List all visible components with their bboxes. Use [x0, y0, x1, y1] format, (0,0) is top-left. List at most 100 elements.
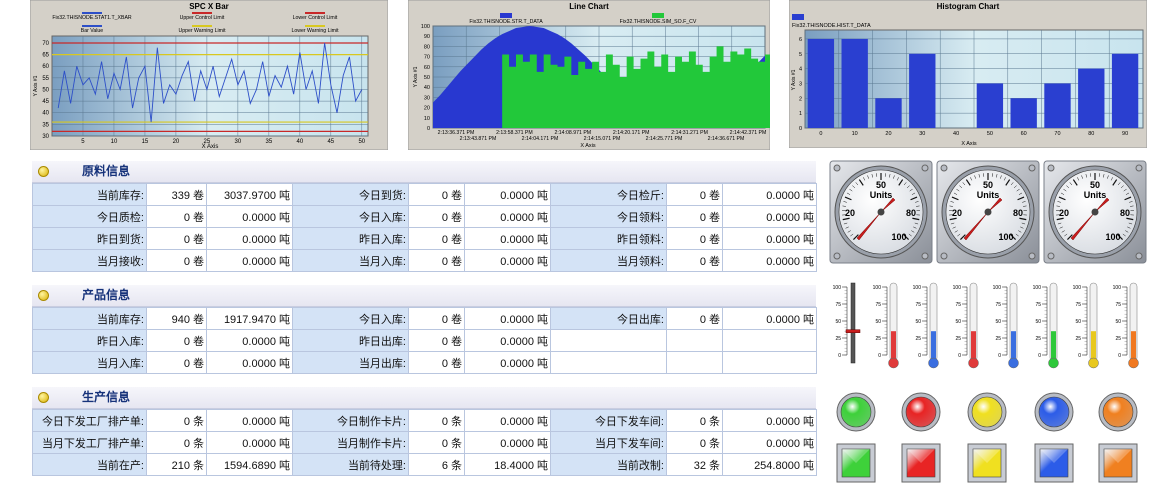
field-value: 0 条	[408, 431, 465, 454]
square-indicator-light	[1034, 443, 1074, 483]
table-row: 当前库存: 339 卷 3037.9700 吨今日到货: 0 卷 0.0000 吨今日检…	[32, 183, 817, 206]
table-row: 当前库存: 940 卷 1917.9470 吨今日入库: 0 卷 0.0000 吨今日出…	[32, 307, 817, 330]
scale-label: 25	[1075, 336, 1081, 342]
field-label	[550, 329, 667, 352]
product-section: 产品信息 当前库存: 940 卷 1917.9470 吨今日入库: 0 卷 0.0000…	[32, 285, 817, 374]
thermometer-panel: 100 75 50 25 0 100 75 50 25 0 100 75 50 25 0 100 75 50 25 0…	[829, 281, 1147, 371]
field-value: 0.0000 吨	[464, 183, 551, 206]
gauge: 50Units 20 80 100	[1043, 160, 1147, 264]
scale-label: 25	[915, 336, 921, 342]
bar	[1010, 98, 1037, 128]
y-tick-label: 65	[42, 53, 49, 59]
line-chart: Line Chart Fix32.THISNODE.STR.T_DATA Fix32…	[408, 0, 770, 150]
gauge-units-label: Units	[1084, 190, 1107, 200]
field-value: 3037.9700 吨	[206, 183, 293, 206]
field-value: 0.0000 吨	[464, 307, 551, 330]
table-row: 当前在产: 210 条 1594.6890 吨当前待处理: 6 条 18.4000 吨当…	[32, 453, 817, 476]
thermometer: 100 75 50 25 0	[1073, 282, 1099, 369]
raw-material-header[interactable]: 原料信息	[32, 161, 816, 183]
screw-icon	[940, 164, 948, 172]
round-indicator-light	[836, 392, 876, 432]
y-tick-label: 20	[424, 106, 430, 112]
legend-swatch	[192, 25, 212, 27]
section-title: 原料信息	[82, 164, 131, 178]
field-value: 32 条	[666, 453, 723, 476]
x-tick-label: 45	[327, 139, 334, 145]
field-value: 0 卷	[146, 329, 207, 352]
legend-label: Lower Warning Limit	[291, 28, 339, 34]
screw-icon	[1047, 252, 1055, 260]
scale-label: 75	[875, 302, 881, 308]
product-header[interactable]: 产品信息	[32, 285, 816, 307]
field-value: 18.4000 吨	[464, 453, 551, 476]
scale-label: 0	[958, 353, 961, 359]
scale-label: 100	[953, 285, 962, 291]
field-label: 当前库存:	[32, 307, 147, 330]
bar	[1111, 53, 1139, 128]
x-tick-label: 90	[1122, 131, 1128, 137]
field-value: 0 卷	[666, 183, 723, 206]
gauge-tick-label: 20	[1059, 208, 1069, 218]
section-title: 产品信息	[82, 288, 131, 302]
x-tick-label: 30	[919, 131, 925, 137]
field-value: 6 条	[408, 453, 465, 476]
field-value: 0.0000 吨	[464, 249, 551, 272]
field-value: 0.0000 吨	[206, 431, 293, 454]
gauge-units-label: Units	[977, 190, 1000, 200]
field-label: 今日入库:	[292, 307, 409, 330]
field-value: 0 条	[666, 431, 723, 454]
production-header[interactable]: 生产信息	[32, 387, 816, 409]
legend-swatch	[792, 14, 804, 20]
chart-title: Histogram Chart	[937, 2, 1000, 11]
section-title: 生产信息	[82, 390, 131, 404]
field-value: 210 条	[146, 453, 207, 476]
gauge-tick-label: 20	[952, 208, 962, 218]
field-label: 当月接收:	[32, 249, 147, 272]
production-section: 生产信息 今日下发工厂排产单: 0 条 0.0000 吨今日制作卡片: 0 条 0.00…	[32, 387, 817, 476]
level-slider[interactable]: 100 75 50 25 0	[829, 281, 865, 371]
field-value: 0 卷	[408, 205, 465, 228]
gauge-tick-label: 20	[845, 208, 855, 218]
table-row: 当月入库: 0 卷 0.0000 吨当月出库: 0 卷 0.0000 吨	[32, 351, 817, 374]
legend-label: Fix32.THISNODE.STAT1.T_XBAR	[52, 15, 132, 21]
scale-label: 25	[875, 336, 881, 342]
thermometer: 100 75 50 25 0	[913, 282, 939, 369]
thermometer: 100 75 50 25 0	[993, 282, 1019, 369]
scale-label: 50	[995, 319, 1001, 325]
bar	[841, 38, 868, 129]
round-indicator-light	[1034, 392, 1074, 432]
gauge-tick-label: 80	[906, 208, 916, 218]
product-table: 当前库存: 940 卷 1917.9470 吨今日入库: 0 卷 0.0000 吨今日出…	[32, 307, 817, 374]
square-indicator-light	[1098, 443, 1138, 483]
scale-label: 100	[993, 285, 1002, 291]
thermo-bulb	[1128, 357, 1139, 369]
histogram-chart: Histogram Chart Fix32.THISNODE.HIST.T_DAT…	[789, 0, 1147, 148]
y-tick-label: 35	[42, 122, 49, 128]
slider-track	[850, 282, 856, 364]
table-row: 今日质检: 0 卷 0.0000 吨今日入库: 0 卷 0.0000 吨今日领料: 0 卷…	[32, 205, 817, 228]
gauge-hub	[984, 208, 992, 216]
field-value: 0 卷	[146, 205, 207, 228]
square-indicator-light	[967, 443, 1007, 483]
scale-label: 25	[835, 336, 841, 342]
thermometer: 100 75 50 25 0	[953, 282, 979, 369]
bar	[875, 98, 902, 128]
screw-icon	[921, 252, 929, 260]
legend-swatch	[305, 25, 325, 27]
scale-label: 0	[998, 353, 1001, 359]
collapse-icon[interactable]	[38, 392, 49, 403]
collapse-icon[interactable]	[38, 290, 49, 301]
production-table: 今日下发工厂排产单: 0 条 0.0000 吨今日制作卡片: 0 条 0.0000 吨今…	[32, 409, 817, 476]
field-value	[666, 329, 723, 352]
field-label: 今日质检:	[32, 205, 147, 228]
field-value: 0 卷	[146, 351, 207, 374]
x-tick-label: 50	[987, 131, 993, 137]
y-tick-label: 50	[424, 75, 430, 81]
scale-label: 0	[918, 353, 921, 359]
legend-label: Fix32.THISNODE.SIM_SO.F_CV	[620, 19, 697, 25]
x-tick-label: 60	[1021, 131, 1027, 137]
collapse-icon[interactable]	[38, 166, 49, 177]
thermo-bulb	[928, 357, 939, 369]
legend-swatch	[500, 13, 512, 18]
y-tick-label: 5	[799, 52, 802, 58]
